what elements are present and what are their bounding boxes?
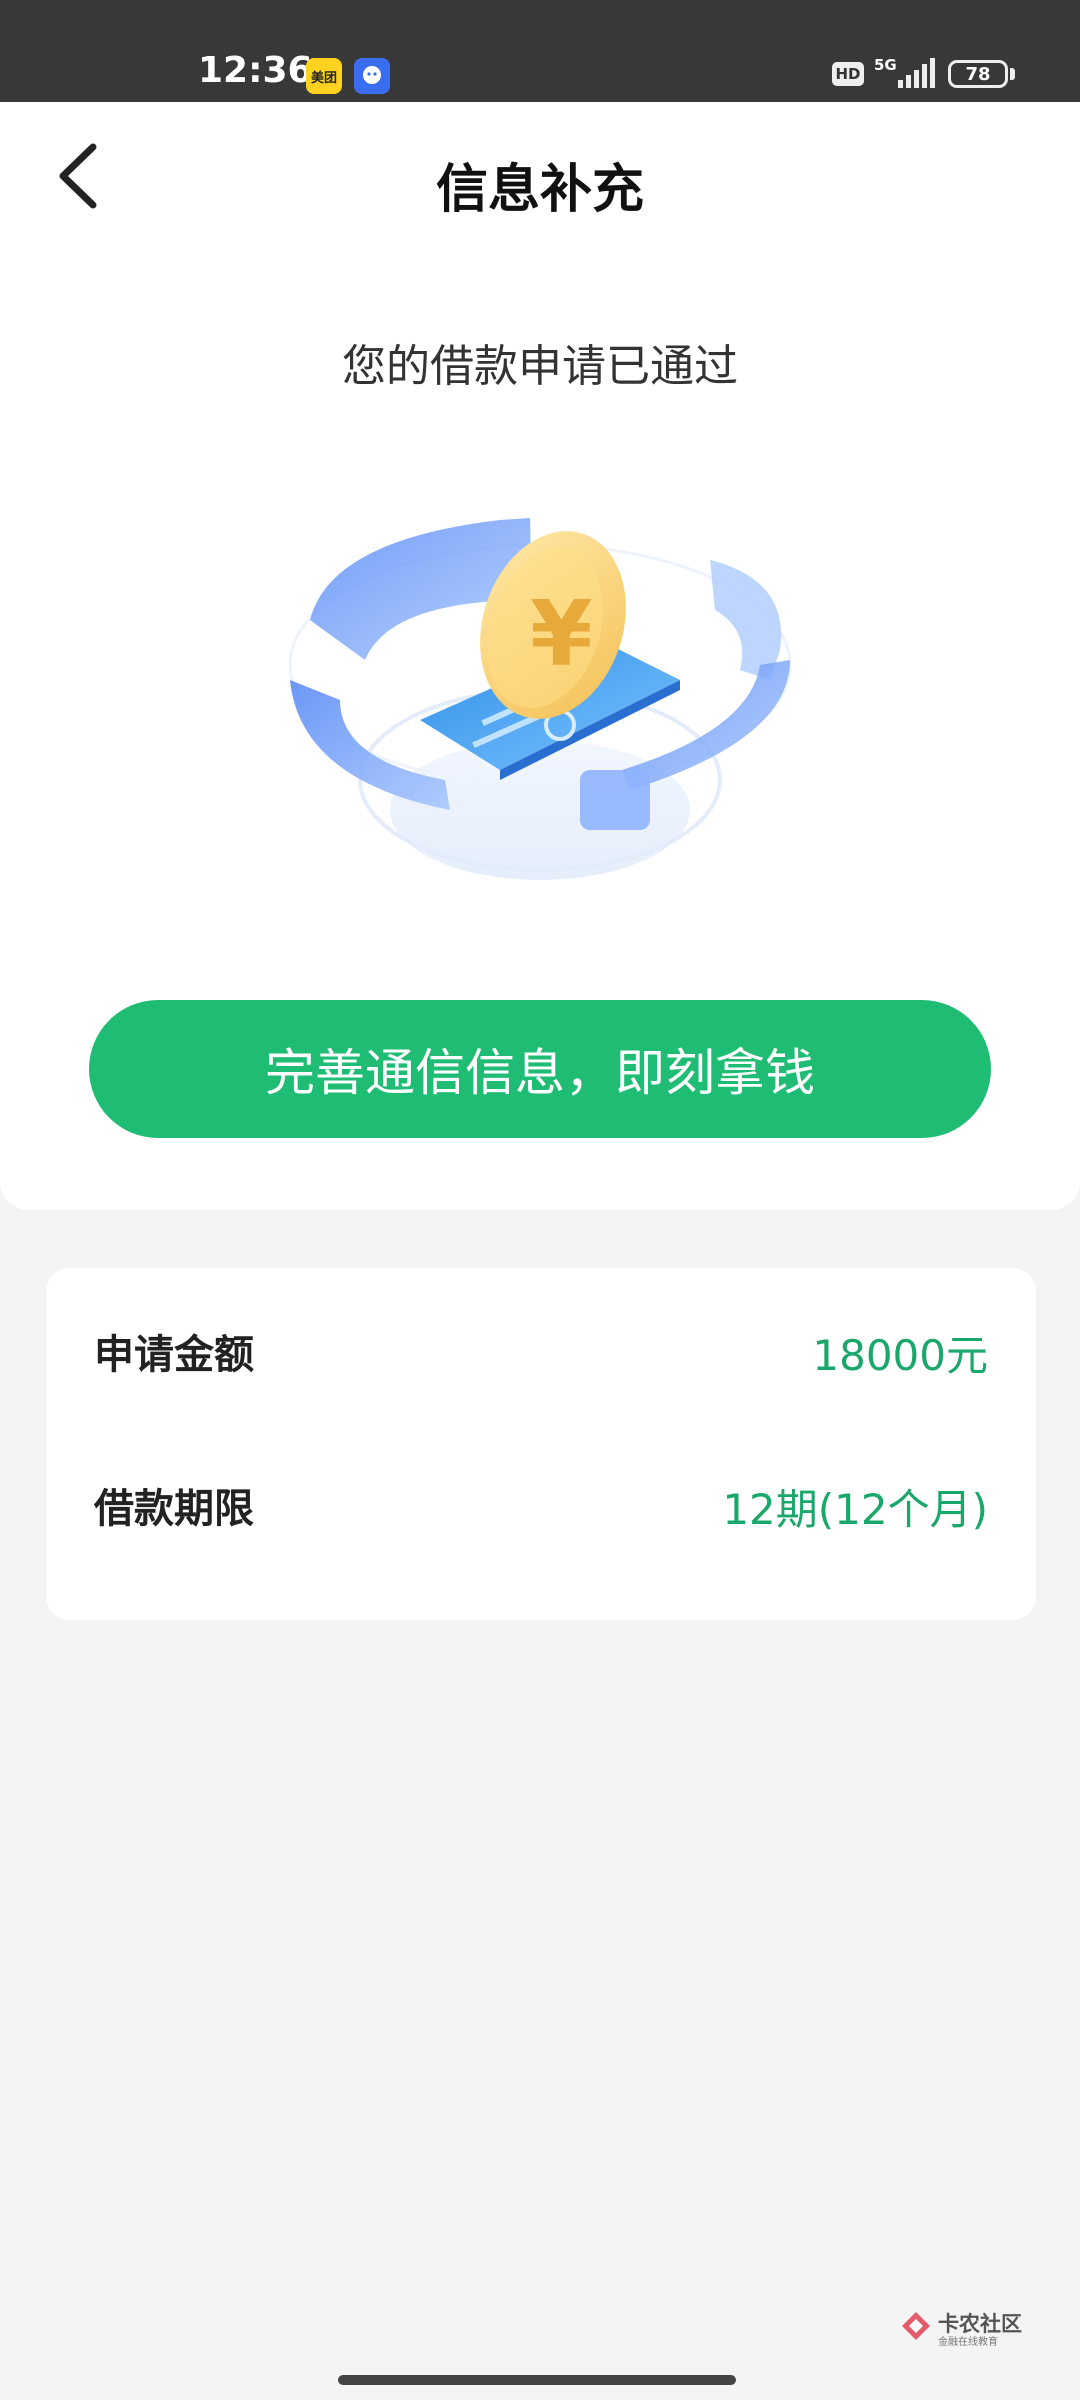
messenger-app-icon [354,58,390,94]
term-row: 借款期限 12期(12个月) [94,1476,988,1556]
kanong-logo-icon [902,2312,930,2340]
nav-bar: 信息补充 [0,102,1080,250]
battery-tip [1010,68,1015,80]
svg-text:¥: ¥ [530,582,593,687]
page-title: 信息补充 [435,160,644,220]
status-bar: 12:36 美团 HD 5G 78 [0,0,1080,102]
network-type: 5G [874,56,897,74]
result-card: 您的借款申请已通过 ¥ 完善通信信息，即刻拿钱 [0,250,1080,1210]
battery-icon: 78 [948,60,1008,88]
status-time: 12:36 [198,50,313,91]
watermark-subtitle: 金融在线教育 [938,2337,998,2348]
meituan-app-icon: 美团 [306,58,342,94]
home-indicator[interactable] [338,2375,736,2385]
complete-info-button[interactable]: 完善通信信息，即刻拿钱 [89,1000,991,1138]
amount-label: 申请金额 [94,1332,254,1378]
amount-value: 18000元 [812,1331,988,1380]
hd-icon: HD [832,62,864,86]
amount-row: 申请金额 18000元 [94,1322,988,1402]
term-value: 12期(12个月) [722,1485,988,1534]
watermark: 卡农社区 金融在线教育 [900,2308,1030,2352]
loan-details-card: 申请金额 18000元 借款期限 12期(12个月) [46,1268,1036,1620]
approval-message: 您的借款申请已通过 [342,341,738,392]
coin-phone-icon: ¥ [288,518,792,880]
signal-icon [898,58,935,88]
term-label: 借款期限 [94,1486,254,1532]
